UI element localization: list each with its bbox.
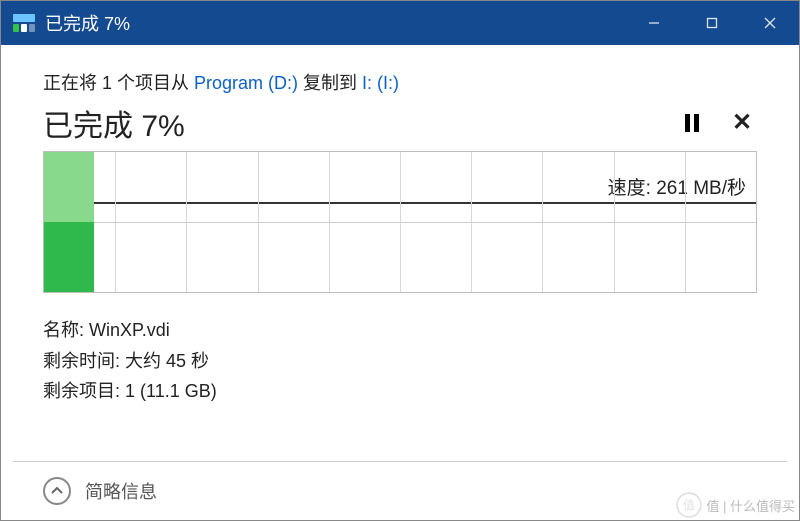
content-area: 正在将 1 个项目从 Program (D:) 复制到 I: (I:) 已完成 … xyxy=(1,45,799,407)
destination-link[interactable]: I: (I:) xyxy=(362,73,399,93)
graph-gridline xyxy=(685,152,686,292)
source-link[interactable]: Program (D:) xyxy=(194,73,298,93)
minimize-icon xyxy=(647,16,661,30)
time-remaining-label: 剩余时间: xyxy=(43,351,125,371)
maximize-icon xyxy=(705,16,719,30)
graph-gridline xyxy=(258,152,259,292)
graph-gridline xyxy=(542,152,543,292)
close-button[interactable] xyxy=(741,1,799,45)
graph-gridline xyxy=(614,152,615,292)
pause-icon xyxy=(685,114,690,132)
graph-top-bar xyxy=(44,152,94,222)
cancel-icon: ✕ xyxy=(732,111,752,135)
title-bar: 已完成 7% xyxy=(1,1,799,45)
detail-row-items: 剩余项目: 1 (11.1 GB) xyxy=(43,376,757,407)
detail-row-time: 剩余时间: 大约 45 秒 xyxy=(43,346,757,377)
time-remaining-value: 大约 45 秒 xyxy=(125,351,209,371)
speed-label-prefix: 速度: xyxy=(608,178,657,199)
graph-gridline xyxy=(329,152,330,292)
speed-value: 261 MB/秒 xyxy=(656,178,746,199)
speed-label: 速度: 261 MB/秒 xyxy=(606,173,748,200)
maximize-button[interactable] xyxy=(683,1,741,45)
copy-mid: 复制到 xyxy=(298,73,362,93)
graph-gridline xyxy=(471,152,472,292)
close-icon xyxy=(763,16,777,30)
graph-bottom-bar xyxy=(44,222,94,292)
graph-gridline xyxy=(115,152,116,292)
pause-button[interactable] xyxy=(677,108,707,138)
footer-label: 简略信息 xyxy=(85,478,157,504)
progress-heading-row: 已完成 7% ✕ xyxy=(43,101,757,145)
collapse-details-button[interactable] xyxy=(43,477,71,505)
name-label: 名称: xyxy=(43,320,89,340)
footer: 简略信息 xyxy=(1,462,799,520)
graph-gridline xyxy=(186,152,187,292)
name-value: WinXP.vdi xyxy=(89,320,170,340)
speed-graph: 速度: 261 MB/秒 xyxy=(43,151,757,293)
cancel-button[interactable]: ✕ xyxy=(727,108,757,138)
detail-row-name: 名称: WinXP.vdi xyxy=(43,315,757,346)
window-title: 已完成 7% xyxy=(45,10,130,36)
details-block: 名称: WinXP.vdi 剩余时间: 大约 45 秒 剩余项目: 1 (11.… xyxy=(43,315,757,407)
items-remaining-label: 剩余项目: xyxy=(43,381,125,401)
pause-icon xyxy=(694,114,699,132)
graph-gridline xyxy=(400,152,401,292)
items-remaining-value: 1 (11.1 GB) xyxy=(125,381,217,401)
copy-progress-icon xyxy=(13,14,35,32)
chevron-up-icon xyxy=(50,484,64,498)
copy-prefix: 正在将 1 个项目从 xyxy=(43,73,194,93)
copy-description: 正在将 1 个项目从 Program (D:) 复制到 I: (I:) xyxy=(43,69,757,95)
minimize-button[interactable] xyxy=(625,1,683,45)
progress-percent-text: 已完成 7% xyxy=(43,101,657,145)
